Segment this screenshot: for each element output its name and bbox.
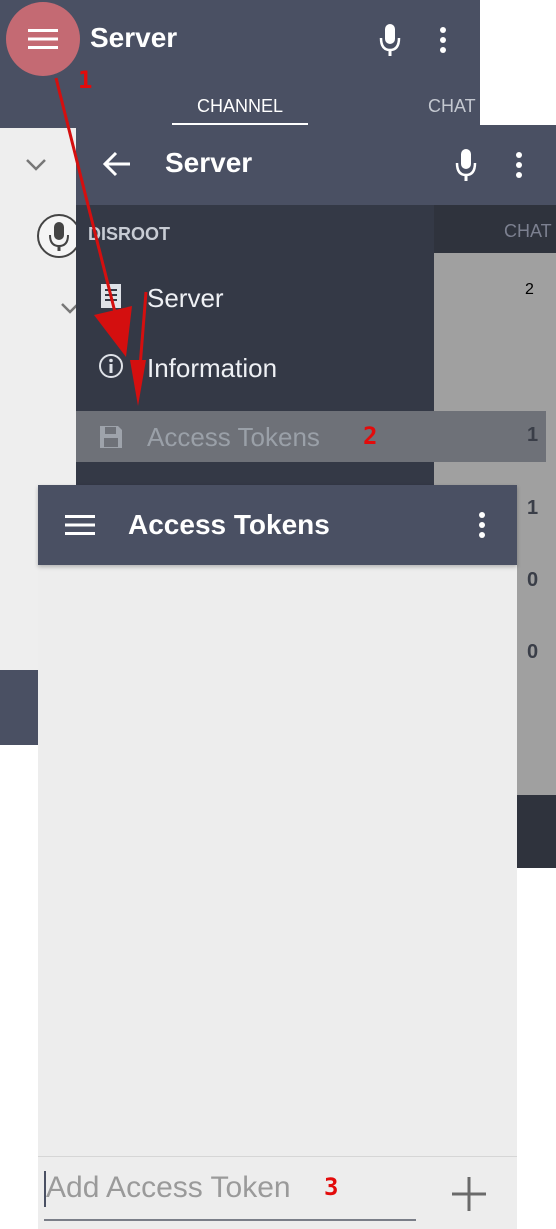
annotation-number-1: 1 — [78, 66, 93, 94]
screen3-body — [38, 565, 517, 1229]
save-disk-icon — [100, 426, 122, 448]
add-icon[interactable] — [450, 1175, 488, 1213]
screen3-app-bar: Access Tokens — [38, 485, 517, 565]
annotation-number-2: 2 — [363, 422, 378, 450]
input-placeholder: Add Access Token — [46, 1171, 291, 1204]
screen2-count-5: 0 — [527, 641, 539, 663]
screen1-bottom-bar — [0, 670, 40, 745]
access-token-input[interactable]: Add Access Token — [44, 1165, 416, 1221]
screen2-count-4: 0 — [527, 569, 539, 591]
screen2-count-2: 1 — [527, 424, 539, 446]
screen2-bottom-bar — [517, 795, 556, 868]
annotation-number-3: 3 — [324, 1173, 339, 1201]
annotation-arrow — [54, 77, 148, 406]
bottom-input-divider — [38, 1156, 517, 1157]
hamburger-icon[interactable] — [65, 514, 95, 536]
screen2-count-3: 1 — [527, 497, 539, 519]
drawer-item-label: Access Tokens — [147, 422, 320, 452]
screen3-title: Access Tokens — [128, 509, 330, 540]
more-vert-icon[interactable] — [477, 511, 487, 539]
